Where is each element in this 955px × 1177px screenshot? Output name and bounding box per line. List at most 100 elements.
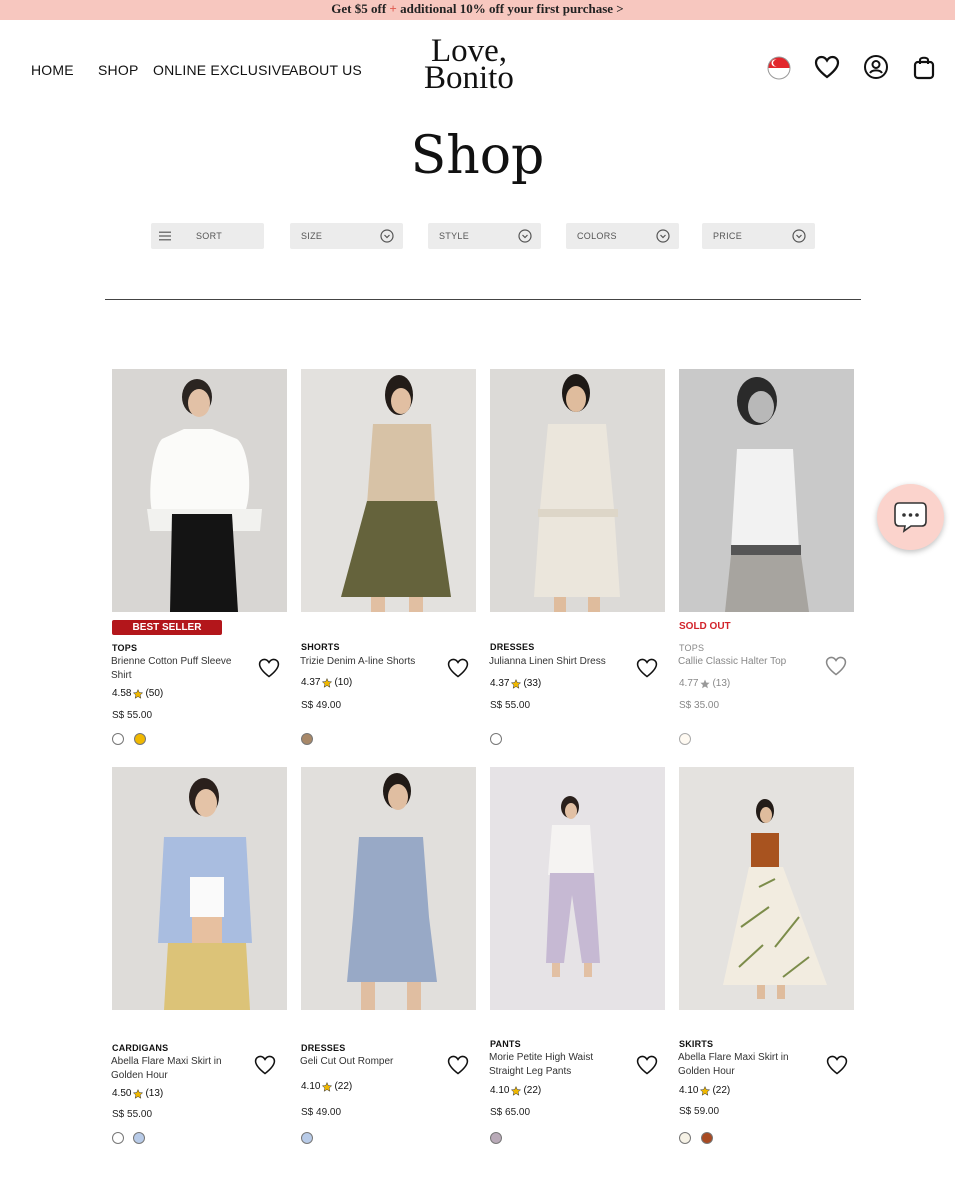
color-swatch[interactable]	[679, 733, 691, 745]
star-icon	[133, 688, 144, 699]
product-category: SKIRTS	[679, 1039, 714, 1049]
nav-home[interactable]: HOME	[31, 62, 74, 78]
star-icon	[511, 1085, 522, 1096]
wishlist-heart-icon[interactable]	[257, 656, 281, 680]
chat-bubble-icon	[894, 502, 927, 533]
star-icon	[700, 1085, 711, 1096]
sort-dropdown[interactable]: SORT	[151, 223, 264, 249]
color-swatch[interactable]	[133, 1132, 145, 1144]
product-name[interactable]: Trizie Denim A-line Shorts	[300, 655, 440, 669]
style-label: STYLE	[439, 231, 470, 241]
style-filter[interactable]: STYLE	[428, 223, 541, 249]
product-rating: 4.58 (50)	[112, 688, 163, 699]
color-swatch[interactable]	[490, 733, 502, 745]
product-name[interactable]: Morie Petite High Waist Straight Leg Pan…	[489, 1051, 614, 1079]
product-image[interactable]	[301, 767, 476, 1010]
star-icon	[322, 1081, 333, 1092]
product-rating: 4.37 (10)	[301, 677, 352, 688]
promo-banner[interactable]: Get $5 off + additional 10% off your fir…	[0, 0, 955, 20]
rating-value: 4.77	[679, 678, 699, 689]
product-category: PANTS	[490, 1039, 521, 1049]
price-filter[interactable]: PRICE	[702, 223, 815, 249]
product-image[interactable]	[679, 767, 854, 1010]
color-swatch[interactable]	[301, 1132, 313, 1144]
heart-icon[interactable]	[813, 53, 841, 81]
brand-logo[interactable]: Love, Bonito	[424, 35, 544, 95]
nav-about-us[interactable]: ABOUT US	[289, 62, 362, 78]
product-image[interactable]	[301, 369, 476, 612]
promo-text-1: Get $5 off	[331, 1, 387, 16]
shopping-bag-icon[interactable]	[910, 53, 938, 81]
star-icon	[511, 678, 522, 689]
wishlist-heart-icon[interactable]	[446, 656, 470, 680]
page-title: Shop	[410, 126, 545, 186]
product-category: DRESSES	[301, 1043, 346, 1053]
review-count: (22)	[712, 1085, 731, 1096]
wishlist-heart-icon[interactable]	[825, 1053, 849, 1077]
size-filter[interactable]: SIZE	[290, 223, 403, 249]
product-image[interactable]	[112, 767, 287, 1010]
chat-button[interactable]	[877, 484, 944, 550]
product-category: DRESSES	[490, 642, 535, 652]
best-seller-badge: BEST SELLER	[112, 620, 222, 635]
product-image[interactable]	[112, 369, 287, 612]
wishlist-heart-icon[interactable]	[635, 1053, 659, 1077]
size-label: SIZE	[301, 231, 323, 241]
product-price: S$ 35.00	[679, 700, 720, 711]
wishlist-heart-icon[interactable]	[446, 1053, 470, 1077]
colors-filter[interactable]: COLORS	[566, 223, 679, 249]
color-swatch[interactable]	[490, 1132, 502, 1144]
singapore-flag-icon[interactable]	[765, 53, 793, 81]
promo-text-2: additional 10% off your first purchase >	[400, 1, 624, 16]
star-icon	[700, 679, 711, 688]
sort-label: SORT	[196, 231, 223, 241]
rating-value: 4.10	[679, 1085, 699, 1096]
nav-shop[interactable]: SHOP	[98, 62, 138, 78]
product-name[interactable]: Abella Flare Maxi Skirt in Golden Hour	[111, 1055, 231, 1083]
rating-value: 4.37	[490, 678, 510, 689]
product-name[interactable]: Abella Flare Maxi Skirt in Golden Hour	[678, 1051, 808, 1079]
review-count: (22)	[334, 1081, 353, 1092]
color-swatch[interactable]	[134, 733, 146, 745]
product-rating: 4.50 (13)	[112, 1088, 163, 1099]
colors-label: COLORS	[577, 231, 617, 241]
wishlist-heart-icon[interactable]	[635, 656, 659, 680]
product-image[interactable]	[490, 767, 665, 1010]
chevron-down-icon	[380, 229, 394, 243]
product-price: S$ 59.00	[679, 1106, 720, 1117]
star-icon	[133, 1088, 144, 1099]
nav-online-exclusive[interactable]: ONLINE EXCLUSIVE	[153, 62, 291, 78]
wishlist-heart-icon[interactable]	[253, 1053, 277, 1077]
star-icon	[322, 677, 333, 688]
color-swatch[interactable]	[112, 733, 124, 745]
color-swatch[interactable]	[301, 733, 313, 745]
product-category: TOPS	[112, 643, 138, 653]
product-image[interactable]	[679, 369, 854, 612]
color-swatch[interactable]	[112, 1132, 124, 1144]
product-name[interactable]: Geli Cut Out Romper	[300, 1055, 440, 1069]
menu-lines-icon	[159, 231, 171, 241]
product-price: S$ 55.00	[112, 710, 153, 721]
product-category: TOPS	[679, 643, 705, 653]
rating-value: 4.58	[112, 688, 132, 699]
promo-plus: +	[389, 1, 397, 16]
price-label: PRICE	[713, 231, 743, 241]
review-count: (13)	[712, 678, 731, 689]
wishlist-heart-icon[interactable]	[824, 654, 848, 678]
divider	[105, 299, 861, 300]
color-swatch[interactable]	[701, 1132, 713, 1144]
rating-value: 4.10	[301, 1081, 321, 1092]
product-name[interactable]: Julianna Linen Shirt Dress	[489, 655, 629, 669]
color-swatch[interactable]	[679, 1132, 691, 1144]
product-rating: 4.77 (13)	[679, 678, 730, 689]
rating-value: 4.50	[112, 1088, 132, 1099]
review-count: (33)	[523, 678, 542, 689]
product-category: SHORTS	[301, 642, 340, 652]
product-name[interactable]: Callie Classic Halter Top	[678, 655, 818, 669]
review-count: (13)	[145, 1088, 164, 1099]
product-name[interactable]: Brienne Cotton Puff Sleeve Shirt	[111, 655, 251, 683]
account-icon[interactable]	[862, 53, 890, 81]
product-image[interactable]	[490, 369, 665, 612]
chevron-down-icon	[656, 229, 670, 243]
chevron-down-icon	[792, 229, 806, 243]
